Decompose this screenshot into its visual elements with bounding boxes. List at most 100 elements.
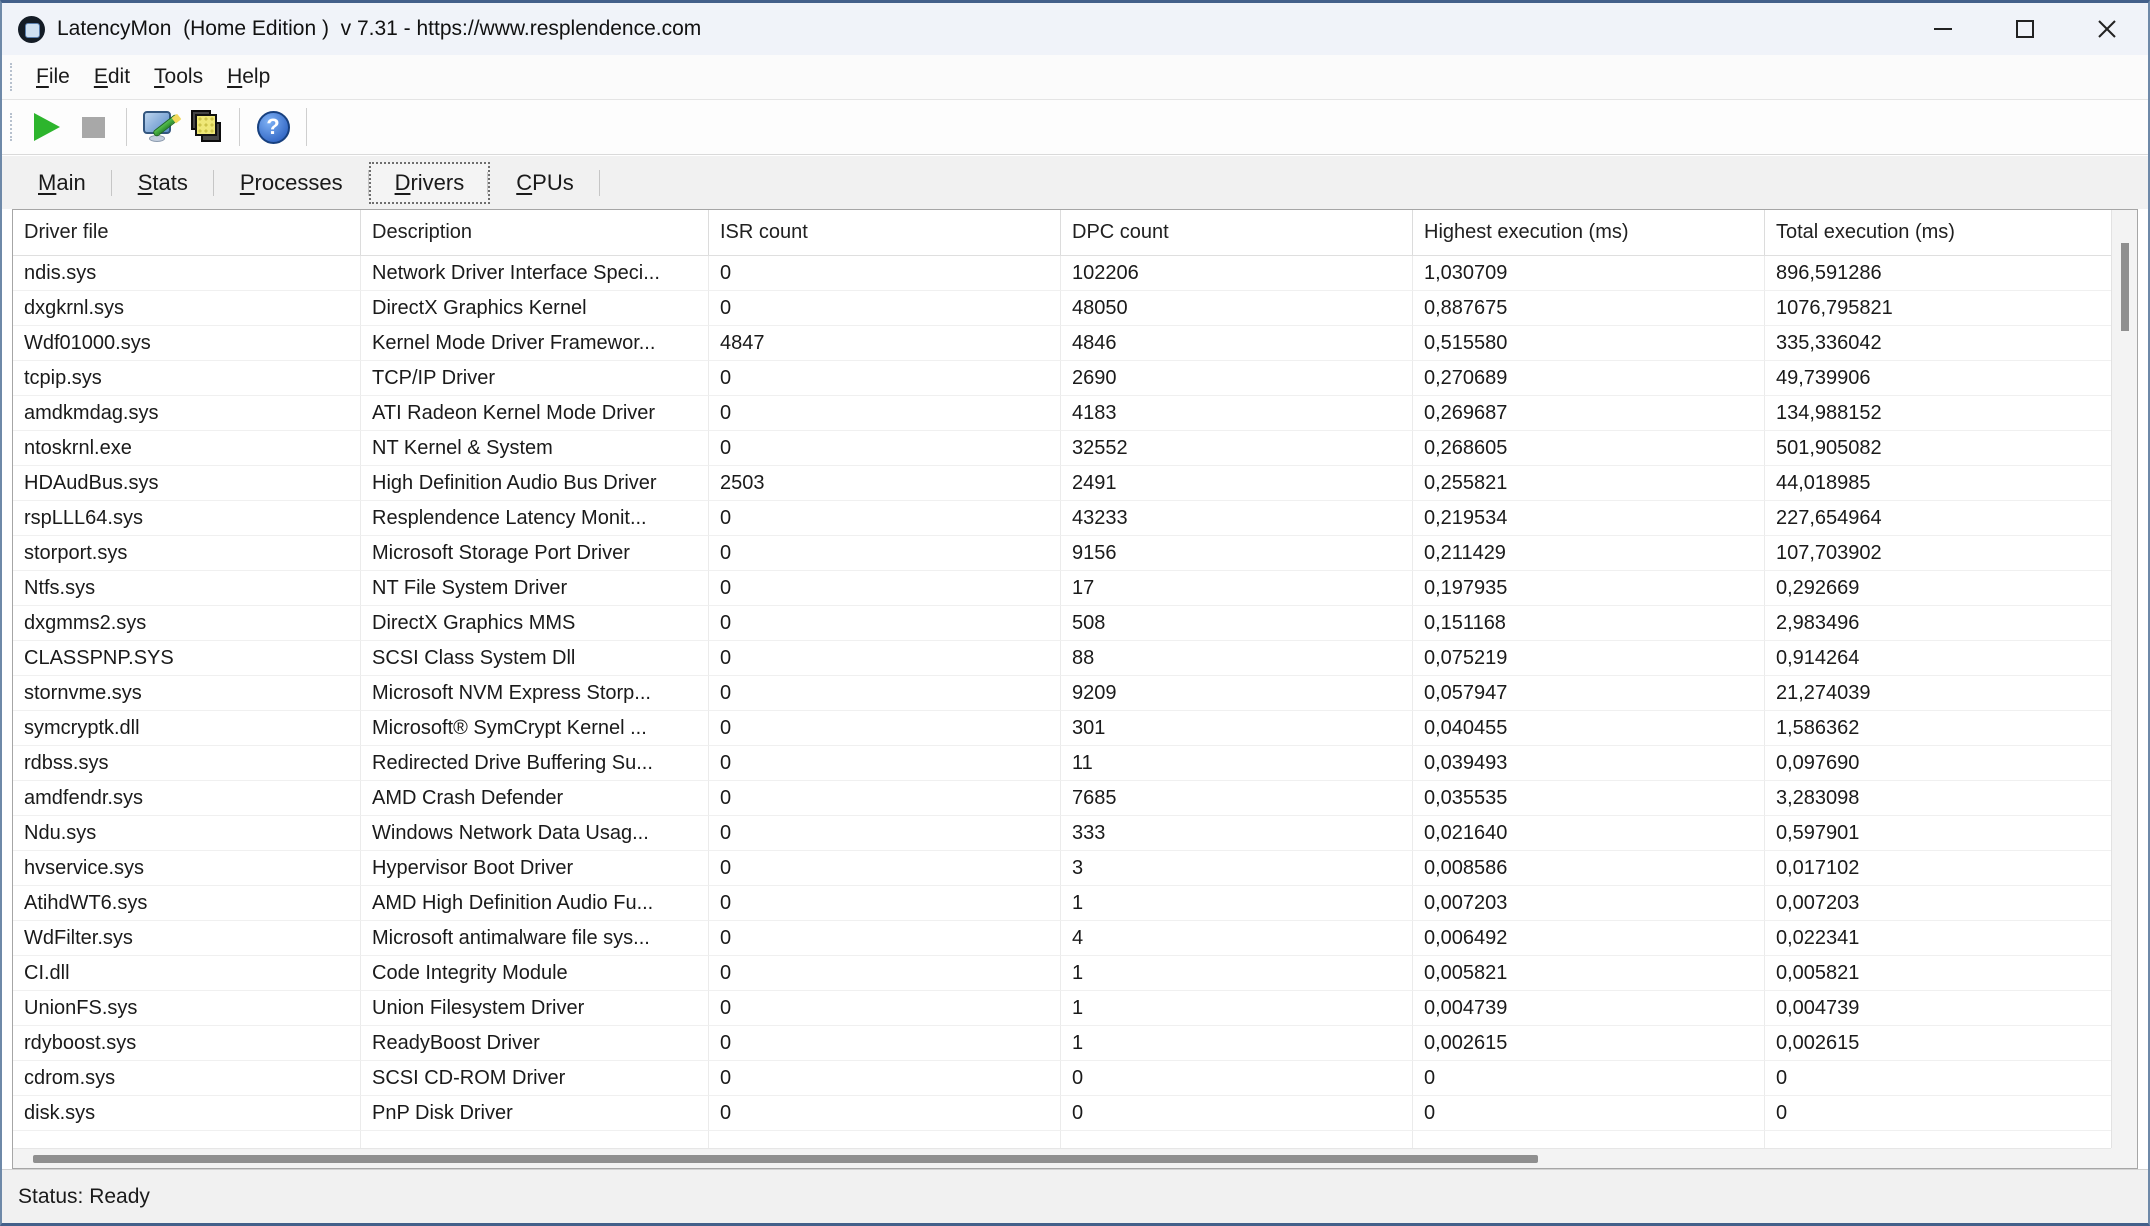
table-cell: rdyboost.sys (13, 1026, 361, 1061)
table-cell: 0 (709, 1061, 1061, 1096)
table-cell: 0,515580 (1413, 326, 1765, 361)
table-cell: 0 (709, 711, 1061, 746)
horizontal-scrollbar-thumb[interactable] (33, 1155, 1538, 1163)
vertical-scrollbar[interactable] (2111, 210, 2137, 1148)
table-cell: ReadyBoost Driver (361, 1026, 709, 1061)
table-cell: Microsoft Storage Port Driver (361, 536, 709, 571)
table-cell: HDAudBus.sys (13, 466, 361, 501)
toolbar-gripper[interactable] (10, 113, 16, 141)
table-cell: 508 (1061, 606, 1413, 641)
table-cell: 0 (709, 291, 1061, 326)
table-cell: 0 (709, 781, 1061, 816)
table-cell: 0 (709, 361, 1061, 396)
table-cell: Microsoft NVM Express Storp... (361, 676, 709, 711)
menu-file-label: File (36, 65, 70, 89)
horizontal-scrollbar[interactable] (13, 1148, 2111, 1168)
play-icon (34, 113, 60, 141)
start-monitor-button[interactable] (24, 104, 70, 150)
table-cell: Microsoft antimalware file sys... (361, 921, 709, 956)
table-cell: 333 (1061, 816, 1413, 851)
table-cell: 9209 (1061, 676, 1413, 711)
tab-cpus[interactable]: CPUs (490, 162, 599, 204)
stop-monitor-button[interactable] (70, 104, 116, 150)
table-cell: 896,591286 (1765, 256, 2111, 291)
table-cell: 0,004739 (1765, 991, 2111, 1026)
toolbar-separator (126, 108, 127, 146)
table-cell: ATI Radeon Kernel Mode Driver (361, 396, 709, 431)
tab-processes[interactable]: Processes (214, 162, 369, 204)
table-cell: 0,005821 (1765, 956, 2111, 991)
table-cell: 0,268605 (1413, 431, 1765, 466)
tab-stats[interactable]: Stats (112, 162, 214, 204)
menu-edit[interactable]: Edit (82, 61, 142, 93)
table-cell: 0,057947 (1413, 676, 1765, 711)
table-cell: 1 (1061, 956, 1413, 991)
table-cell: UnionFS.sys (13, 991, 361, 1026)
options-button[interactable] (137, 104, 183, 150)
table-cell: SCSI Class System Dll (361, 641, 709, 676)
table-cell: 0 (1061, 1061, 1413, 1096)
table-cell: rdbss.sys (13, 746, 361, 781)
column-header[interactable]: Total execution (ms) (1765, 210, 2111, 255)
tab-drivers[interactable]: Drivers (369, 162, 491, 204)
table-cell: 3,283098 (1765, 781, 2111, 816)
table-cell: 102206 (1061, 256, 1413, 291)
table-cell: 0 (709, 1096, 1061, 1131)
table-cell: 134,988152 (1765, 396, 2111, 431)
table-cell: 0,075219 (1413, 641, 1765, 676)
table-cell: hvservice.sys (13, 851, 361, 886)
menu-file[interactable]: File (24, 61, 82, 93)
column-header[interactable]: Driver file (13, 210, 361, 255)
table-cell: Microsoft® SymCrypt Kernel ... (361, 711, 709, 746)
table-cell: 0 (709, 431, 1061, 466)
maximize-button[interactable] (1984, 3, 2066, 55)
table-cell: 0 (1061, 1096, 1413, 1131)
table-cell: Code Integrity Module (361, 956, 709, 991)
help-button[interactable]: ? (250, 104, 296, 150)
status-text: Status: Ready (18, 1185, 150, 1209)
table-cell: Resplendence Latency Monit... (361, 501, 709, 536)
table-cell: 335,336042 (1765, 326, 2111, 361)
column-header[interactable]: DPC count (1061, 210, 1413, 255)
tab-main[interactable]: Main (12, 162, 112, 204)
table-cell: 1,030709 (1413, 256, 1765, 291)
table-cell: Ntfs.sys (13, 571, 361, 606)
table-cell: 3 (1061, 851, 1413, 886)
table-cell: 0,211429 (1413, 536, 1765, 571)
table-cell: amdkmdag.sys (13, 396, 361, 431)
tab-drivers-label: Drivers (395, 170, 465, 196)
column-header[interactable]: ISR count (709, 210, 1061, 255)
table-cell: 107,703902 (1765, 536, 2111, 571)
table-cell: Network Driver Interface Speci... (361, 256, 709, 291)
maximize-icon (2014, 18, 2036, 40)
table-cell: 0 (709, 676, 1061, 711)
menu-help[interactable]: Help (215, 61, 282, 93)
column-header[interactable]: Description (361, 210, 709, 255)
table-cell: disk.sys (13, 1096, 361, 1131)
table-cell: 9156 (1061, 536, 1413, 571)
table-cell: 0,035535 (1413, 781, 1765, 816)
drivers-list: Driver fileDescriptionISR countDPC count… (12, 209, 2138, 1169)
table-cell: Union Filesystem Driver (361, 991, 709, 1026)
table-cell: 2503 (709, 466, 1061, 501)
table-cell: 0,021640 (1413, 816, 1765, 851)
empty-cell (1413, 1131, 1765, 1148)
close-button[interactable] (2066, 3, 2148, 55)
table-cell: 501,905082 (1765, 431, 2111, 466)
stacked-windows-icon (188, 109, 224, 145)
table-cell: 4846 (1061, 326, 1413, 361)
column-header[interactable]: Highest execution (ms) (1413, 210, 1765, 255)
table-cell: 4 (1061, 921, 1413, 956)
table-cell: NT File System Driver (361, 571, 709, 606)
table-cell: CI.dll (13, 956, 361, 991)
rebar-gripper[interactable] (10, 63, 16, 91)
table-cell: PnP Disk Driver (361, 1096, 709, 1131)
monitor-pencil-icon (141, 108, 179, 146)
latencymon-window: LatencyMon (Home Edition ) v 7.31 - http… (0, 0, 2150, 1226)
minimize-button[interactable] (1902, 3, 1984, 55)
vertical-scrollbar-thumb[interactable] (2121, 243, 2129, 331)
menu-tools[interactable]: Tools (142, 61, 215, 93)
table-cell: 1 (1061, 991, 1413, 1026)
windows-button[interactable] (183, 104, 229, 150)
table-cell: 2,983496 (1765, 606, 2111, 641)
